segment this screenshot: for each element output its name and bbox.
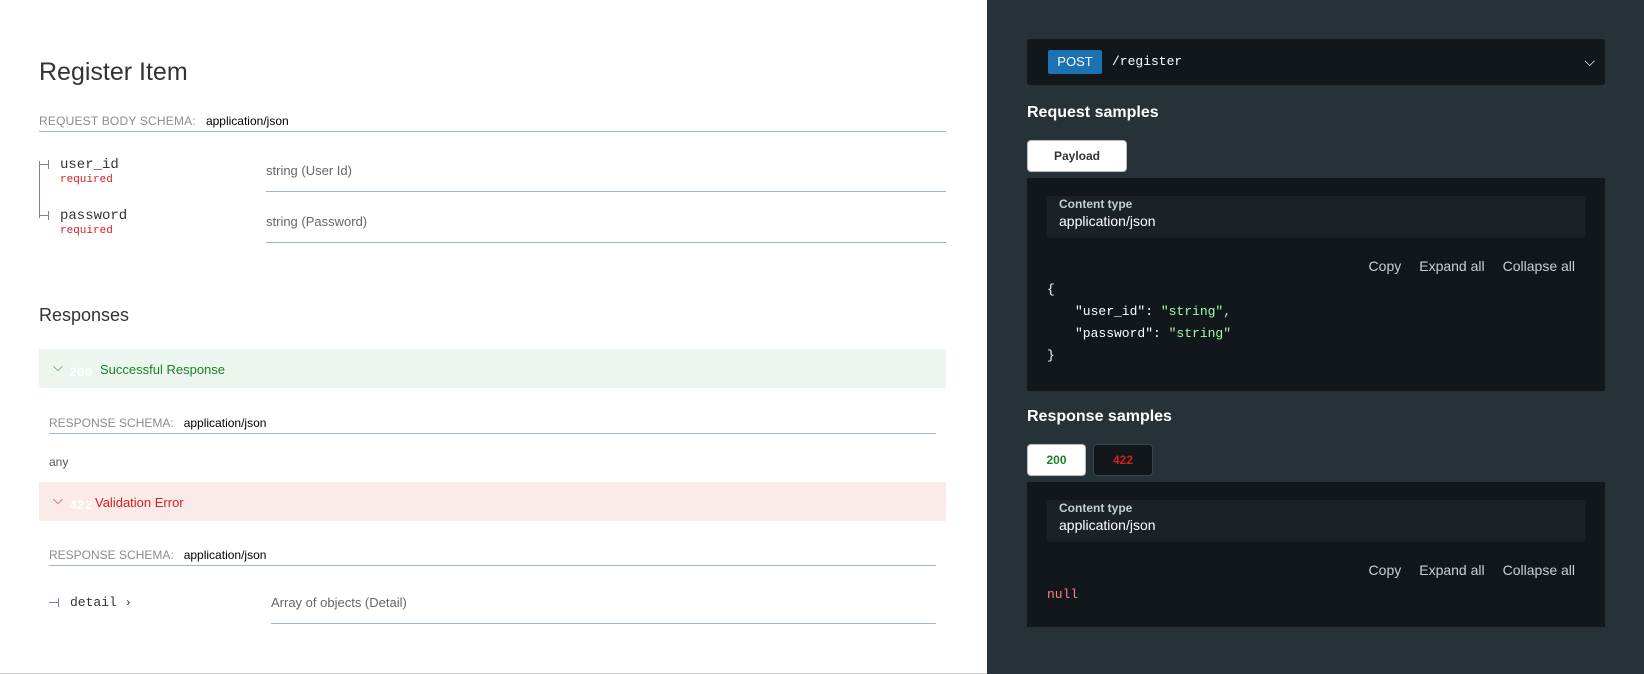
response-label: Successful Response [100, 362, 226, 377]
tab-response-200[interactable]: 200 [1027, 444, 1086, 476]
request-body-schema-header: REQUEST BODY SCHEMA: application/json [39, 112, 946, 132]
content-type-value: application/json [1059, 517, 1156, 533]
response-schema-type: application/json [183, 548, 267, 562]
divider [266, 191, 946, 192]
response-body-type: any [49, 455, 69, 469]
json-close-brace: } [1047, 348, 1055, 363]
response-schema-header: RESPONSE SCHEMA: application/json [49, 414, 936, 434]
property-row-detail[interactable]: detail › Array of objects (Detail) [49, 592, 936, 624]
request-schema-type: application/json [205, 114, 289, 128]
chevron-down-icon: ⌵ [53, 359, 63, 374]
content-type-label: Content type [1059, 197, 1133, 211]
response-samples-title: Response samples [1027, 408, 1172, 425]
json-key: "user_id" [1075, 304, 1146, 319]
response-422-toggle[interactable]: ⌵ 422 Validation Error [39, 482, 946, 521]
expand-all-button[interactable]: Expand all [1419, 258, 1484, 274]
required-badge: required [60, 225, 113, 237]
response-schema-label: RESPONSE SCHEMA: [49, 416, 174, 430]
content-type-selector[interactable]: Content type application/json [1047, 500, 1585, 542]
required-badge: required [60, 174, 113, 186]
chevron-right-icon: › [124, 596, 132, 610]
property-row-user-id: user_id required string (User Id) [39, 157, 946, 208]
json-value: "string" [1168, 326, 1232, 341]
divider [266, 242, 946, 243]
request-samples-title: Request samples [1027, 104, 1159, 121]
request-schema-label: REQUEST BODY SCHEMA: [39, 114, 196, 128]
endpoint-path: /register [1112, 54, 1183, 69]
page-title: Register Item [39, 58, 188, 86]
content-type-selector[interactable]: Content type application/json [1047, 196, 1585, 238]
json-open-brace: { [1047, 282, 1055, 297]
property-type: Array of objects (Detail) [271, 595, 407, 610]
json-line: "user_id": "string", [1075, 304, 1232, 319]
response-code: 200 [69, 365, 93, 380]
property-name: password [60, 208, 128, 224]
operation-content: Register Item REQUEST BODY SCHEMA: applic… [0, 0, 987, 674]
copy-button[interactable]: Copy [1369, 562, 1402, 578]
request-sample: Content type application/json Copy Expand… [1027, 178, 1605, 391]
response-200-toggle[interactable]: ⌵ 200 Successful Response [39, 349, 946, 388]
response-null-value: null [1047, 587, 1079, 602]
collapse-all-button[interactable]: Collapse all [1503, 258, 1575, 274]
samples-panel: POST /register ⌵ Request samples Payload… [987, 0, 1644, 674]
response-schema-type: application/json [183, 416, 267, 430]
content-type-label: Content type [1059, 501, 1133, 515]
copy-button[interactable]: Copy [1369, 258, 1402, 274]
branch-cap [58, 598, 59, 607]
detail-name: detail [70, 595, 117, 610]
response-schema-label: RESPONSE SCHEMA: [49, 548, 174, 562]
tab-payload[interactable]: Payload [1027, 140, 1127, 172]
divider [271, 623, 936, 624]
json-key: "password" [1075, 326, 1154, 341]
endpoint-toggle[interactable]: POST /register ⌵ [1027, 39, 1605, 85]
property-row-password: password required string (Password) [39, 208, 946, 259]
json-line: "password": "string" [1075, 326, 1232, 341]
property-name: user_id [60, 157, 119, 173]
collapse-all-button[interactable]: Collapse all [1503, 562, 1575, 578]
chevron-down-icon: ⌵ [1584, 53, 1595, 69]
http-method-badge: POST [1048, 50, 1102, 74]
sample-toolbar: Copy Expand all Collapse all [1351, 258, 1575, 274]
response-code: 422 [69, 498, 93, 513]
responses-title: Responses [39, 305, 130, 325]
tab-response-422[interactable]: 422 [1093, 444, 1153, 476]
content-type-value: application/json [1059, 213, 1156, 229]
json-value: "string", [1160, 304, 1232, 319]
request-json: { "user_id": "string", "password": "stri… [1047, 279, 1231, 367]
property-type: string (Password) [266, 214, 368, 229]
chevron-down-icon: ⌵ [53, 492, 63, 507]
response-schema-header: RESPONSE SCHEMA: application/json [49, 546, 936, 566]
property-name: detail › [70, 595, 132, 610]
property-type: string (User Id) [266, 163, 352, 178]
expand-all-button[interactable]: Expand all [1419, 562, 1484, 578]
response-sample: Content type application/json Copy Expand… [1027, 482, 1605, 627]
sample-toolbar: Copy Expand all Collapse all [1351, 562, 1575, 578]
response-label: Validation Error [95, 495, 184, 510]
